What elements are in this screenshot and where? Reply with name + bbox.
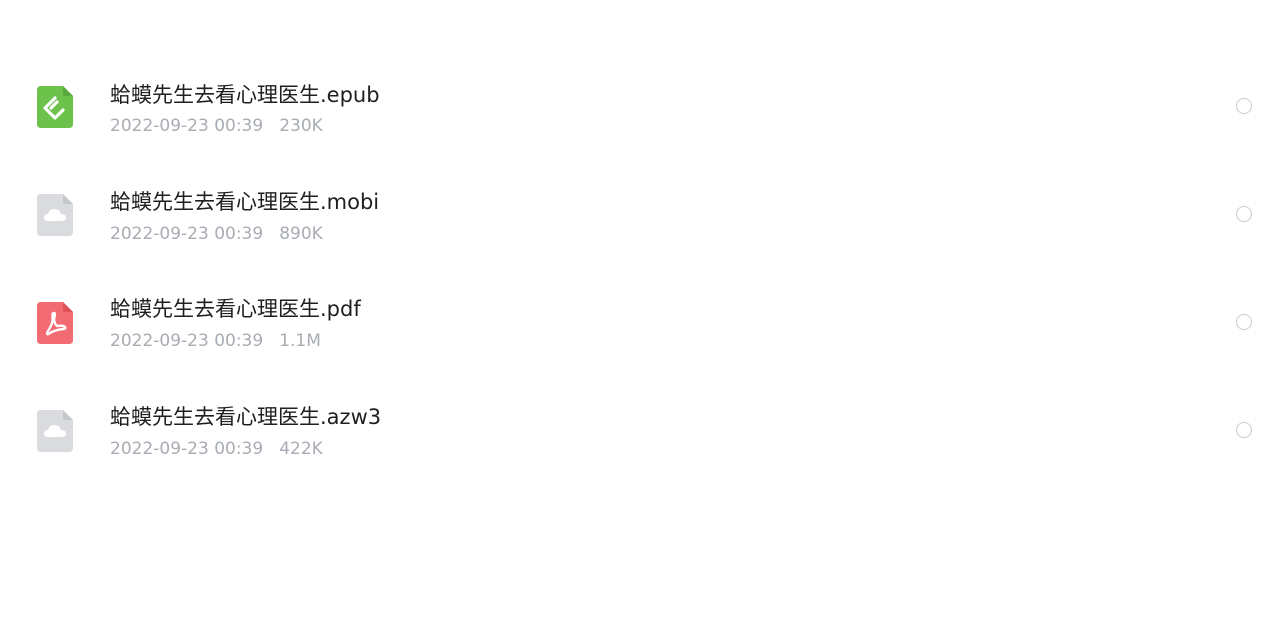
file-meta: 2022-09-23 00:39 230K xyxy=(110,115,323,137)
select-radio[interactable] xyxy=(1236,422,1252,438)
epub-file-icon xyxy=(37,86,73,128)
file-meta: 2022-09-23 00:39 890K xyxy=(110,223,323,245)
file-name: 蛤蟆先生去看心理医生.epub xyxy=(110,83,380,107)
file-meta: 2022-09-23 00:39 1.1M xyxy=(110,330,321,352)
file-name: 蛤蟆先生去看心理医生.azw3 xyxy=(110,405,382,429)
file-row-epub[interactable]: 蛤蟆先生去看心理医生.epub 2022-09-23 00:39 230K xyxy=(0,52,1280,160)
file-size: 890K xyxy=(279,224,323,244)
file-size: 422K xyxy=(279,439,323,459)
select-radio[interactable] xyxy=(1236,206,1252,222)
file-date: 2022-09-23 00:39 xyxy=(110,331,264,351)
file-date: 2022-09-23 00:39 xyxy=(110,116,264,136)
cloud-file-icon xyxy=(37,194,73,236)
file-row-azw3[interactable]: 蛤蟆先生去看心理医生.azw3 2022-09-23 00:39 422K xyxy=(0,376,1280,484)
file-row-mobi[interactable]: 蛤蟆先生去看心理医生.mobi 2022-09-23 00:39 890K xyxy=(0,160,1280,268)
file-name: 蛤蟆先生去看心理医生.mobi xyxy=(110,190,380,214)
file-size: 1.1M xyxy=(279,331,321,351)
pdf-file-icon xyxy=(37,302,73,344)
file-date: 2022-09-23 00:39 xyxy=(110,439,264,459)
file-meta: 2022-09-23 00:39 422K xyxy=(110,438,323,460)
select-radio[interactable] xyxy=(1236,98,1252,114)
file-size: 230K xyxy=(279,116,323,136)
file-date: 2022-09-23 00:39 xyxy=(110,224,264,244)
file-list: 蛤蟆先生去看心理医生.epub 2022-09-23 00:39 230K 蛤蟆先… xyxy=(0,0,1280,640)
file-name: 蛤蟆先生去看心理医生.pdf xyxy=(110,297,361,321)
file-row-pdf[interactable]: 蛤蟆先生去看心理医生.pdf 2022-09-23 00:39 1.1M xyxy=(0,268,1280,376)
select-radio[interactable] xyxy=(1236,314,1252,330)
cloud-file-icon xyxy=(37,410,73,452)
